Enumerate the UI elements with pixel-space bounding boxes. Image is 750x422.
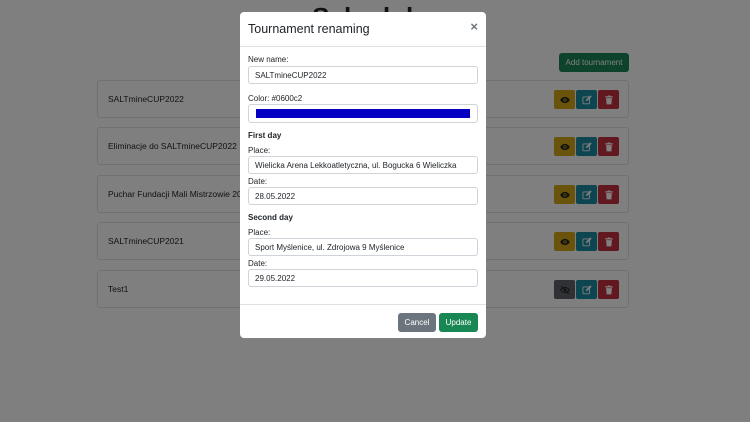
update-button[interactable]: Update — [439, 313, 478, 332]
first-day-date-label: Date: — [248, 177, 268, 186]
second-day-date-input[interactable]: 29.05.2022 — [248, 269, 478, 287]
first-day-place-label: Place: — [248, 146, 271, 155]
color-swatch — [256, 109, 470, 118]
second-day-date-label: Date: — [248, 259, 268, 268]
color-input[interactable] — [248, 104, 478, 123]
modal-header: Tournament renaming × — [240, 12, 486, 47]
cancel-button[interactable]: Cancel — [398, 313, 436, 332]
color-label: Color: #0600c2 — [248, 94, 303, 103]
second-day-place-input[interactable]: Sport Myślenice, ul. Zdrojowa 9 Myślenic… — [248, 238, 478, 256]
first-day-heading: First day — [248, 131, 282, 140]
close-icon[interactable]: × — [470, 19, 478, 34]
second-day-heading: Second day — [248, 213, 293, 222]
second-day-place-label: Place: — [248, 228, 271, 237]
new-name-input[interactable]: SALTmineCUP2022 — [248, 66, 478, 84]
first-day-place-input[interactable]: Wielicka Arena Lekkoatletyczna, ul. Bogu… — [248, 156, 478, 174]
rename-tournament-modal: Tournament renaming × New name: SALTmine… — [240, 12, 486, 338]
modal-title: Tournament renaming — [248, 22, 370, 36]
first-day-date-input[interactable]: 28.05.2022 — [248, 187, 478, 205]
new-name-label: New name: — [248, 55, 289, 64]
modal-footer: Cancel Update — [240, 304, 486, 339]
